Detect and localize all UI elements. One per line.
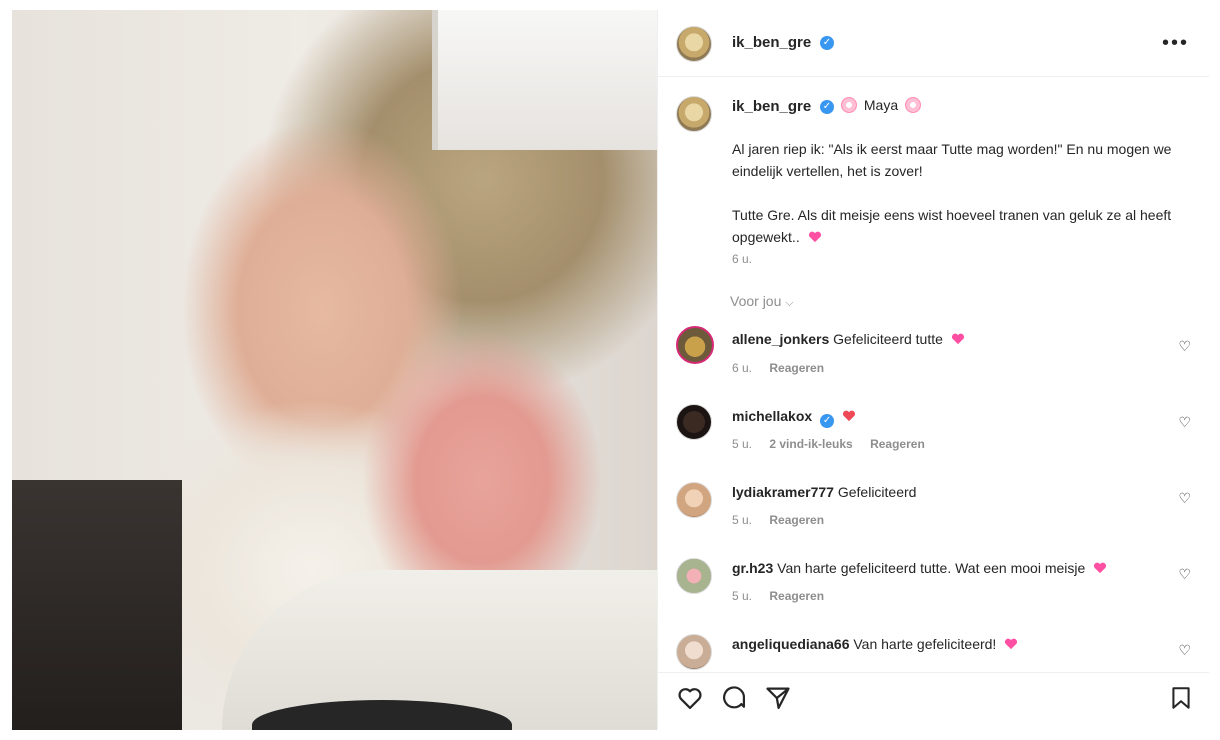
- comment-body: Van harte gefeliciteerd tutte. Wat een m…: [777, 560, 1086, 576]
- flower-icon: [841, 97, 857, 113]
- actions-divider: [658, 672, 1209, 673]
- comment-body: Gefeliciteerd: [837, 484, 917, 500]
- comment-username[interactable]: lydiakramer777: [732, 484, 834, 500]
- comment-username[interactable]: gr.h23: [732, 560, 773, 576]
- heart-icon[interactable]: [676, 684, 704, 712]
- comment-meta: 6 u. Reageren: [732, 361, 824, 375]
- chevron-down-icon: ⌵: [785, 297, 794, 309]
- post-header: ik_ben_gre ✓ •••: [658, 10, 1209, 77]
- bookmark-icon[interactable]: [1168, 684, 1194, 712]
- comment-meta: 5 u. 2 vind-ik-leuks Reageren: [732, 437, 925, 451]
- like-comment-heart-icon[interactable]: ♡: [1178, 566, 1191, 583]
- caption-time: 6 u.: [732, 252, 753, 266]
- comment-likes[interactable]: 2 vind-ik-leuks: [769, 437, 852, 451]
- comment-time: 5 u.: [732, 589, 753, 603]
- photo-background-chair: [12, 480, 182, 730]
- caption-name: Maya: [863, 97, 899, 113]
- verified-badge-icon: ✓: [820, 100, 834, 114]
- comment-time: 5 u.: [732, 437, 753, 451]
- post-side-panel: ik_ben_gre ✓ ••• ik_ben_gre ✓ Maya Al ja…: [657, 10, 1209, 730]
- comment-time: 5 u.: [732, 513, 753, 527]
- instagram-post-screenshot: ik_ben_gre ✓ ••• ik_ben_gre ✓ Maya Al ja…: [0, 0, 1220, 740]
- comment-username[interactable]: michellakox: [732, 408, 812, 424]
- comment-username[interactable]: angeliquediana66: [732, 636, 849, 652]
- comment-avatar[interactable]: [676, 558, 712, 594]
- caption-avatar[interactable]: [676, 96, 712, 132]
- comment-icon[interactable]: [720, 684, 748, 712]
- comment-meta: 5 u. Reageren: [732, 513, 824, 527]
- photo-window: [432, 10, 657, 150]
- for-you-filter[interactable]: Voor jou ⌵: [730, 293, 794, 310]
- post-photo[interactable]: [12, 10, 657, 730]
- like-comment-heart-icon[interactable]: ♡: [1178, 642, 1191, 659]
- caption-paragraph-1: Al jaren riep ik: "Als ik eerst maar Tut…: [732, 141, 1172, 179]
- comment-text: angeliquediana66 Van harte gefeliciteerd…: [732, 636, 1018, 652]
- pink-heart-icon: [1094, 562, 1107, 574]
- comment-avatar[interactable]: [676, 634, 712, 670]
- reply-button[interactable]: Reageren: [769, 589, 824, 603]
- pink-heart-icon: [808, 231, 821, 243]
- comment-avatar[interactable]: [676, 482, 712, 518]
- comment-username[interactable]: allene_jonkers: [732, 331, 829, 347]
- comment-text: lydiakramer777 Gefeliciteerd: [732, 484, 916, 500]
- red-heart-icon: [842, 410, 855, 422]
- comment-text: gr.h23 Van harte gefeliciteerd tutte. Wa…: [732, 560, 1107, 576]
- more-icon[interactable]: •••: [1162, 32, 1189, 55]
- caption-username[interactable]: ik_ben_gre: [732, 98, 811, 115]
- reply-button[interactable]: Reageren: [870, 437, 925, 451]
- comment-avatar[interactable]: [676, 404, 712, 440]
- like-comment-heart-icon[interactable]: ♡: [1178, 338, 1191, 355]
- share-icon[interactable]: [764, 684, 792, 712]
- caption-title: Maya: [838, 97, 924, 113]
- author-username[interactable]: ik_ben_gre: [732, 34, 811, 51]
- for-you-label: Voor jou: [730, 293, 782, 309]
- comment-body: Van harte gefeliciteerd!: [853, 636, 997, 652]
- author-avatar[interactable]: [676, 26, 712, 62]
- verified-badge-icon: ✓: [820, 414, 835, 428]
- comment-meta: 5 u. Reageren: [732, 589, 824, 603]
- pink-heart-icon: [1005, 638, 1018, 650]
- reply-button[interactable]: Reageren: [769, 361, 824, 375]
- comment-text: michellakox ✓: [732, 408, 856, 428]
- verified-badge-icon: ✓: [820, 36, 834, 50]
- like-comment-heart-icon[interactable]: ♡: [1178, 490, 1191, 507]
- post-action-bar: [658, 680, 1209, 720]
- reply-button[interactable]: Reageren: [769, 513, 824, 527]
- flower-icon: [905, 97, 922, 113]
- comment-time: 6 u.: [732, 361, 753, 375]
- caption-paragraph-2-text: Tutte Gre. Als dit meisje eens wist hoev…: [732, 207, 1172, 245]
- comment-text: allene_jonkers Gefeliciteerd tutte: [732, 331, 965, 347]
- pink-hearts-icon: [951, 333, 964, 345]
- comment-avatar[interactable]: [676, 326, 714, 364]
- caption-paragraph-2: Tutte Gre. Als dit meisje eens wist hoev…: [732, 204, 1172, 248]
- like-comment-heart-icon[interactable]: ♡: [1178, 414, 1191, 431]
- comment-body: Gefeliciteerd tutte: [833, 331, 943, 347]
